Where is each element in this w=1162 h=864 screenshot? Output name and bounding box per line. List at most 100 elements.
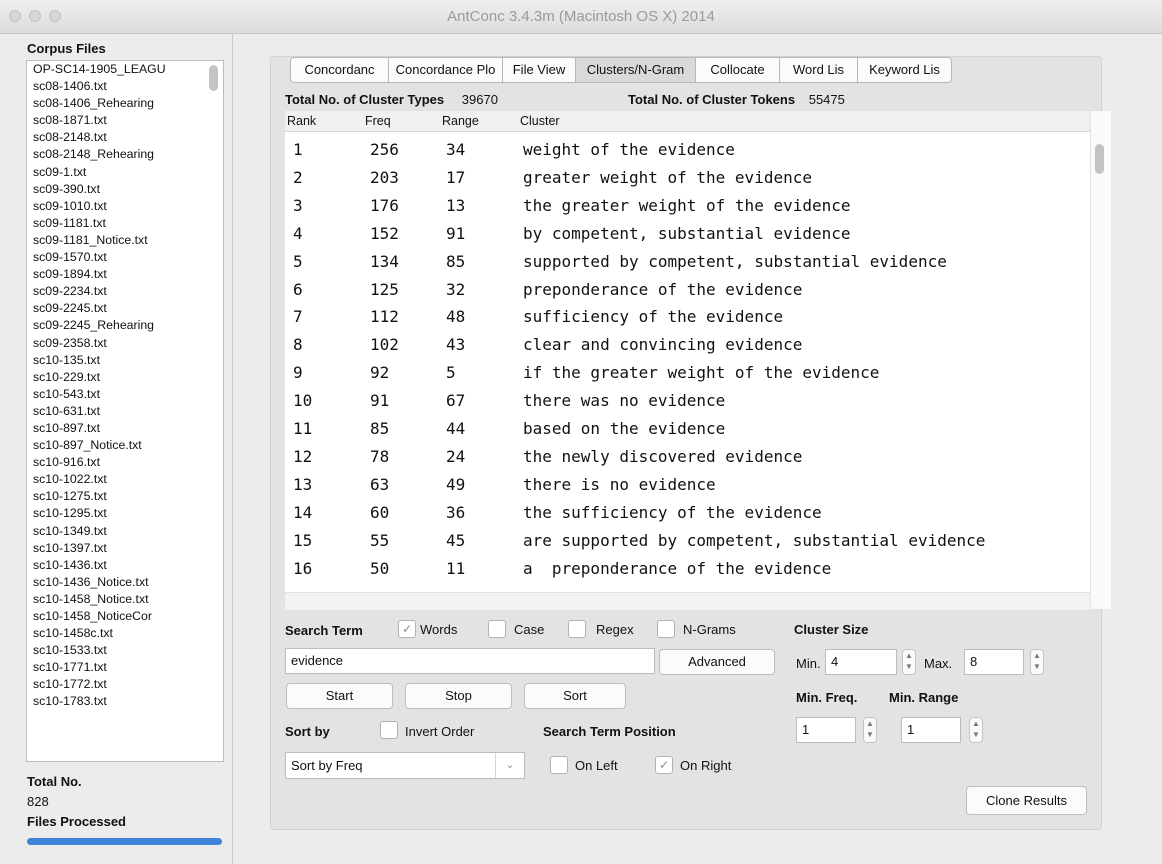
corpus-file-item[interactable]: sc10-1022.txt — [27, 471, 201, 488]
corpus-file-item[interactable]: OP-SC14-1905_LEAGU — [27, 61, 201, 78]
max-size-stepper[interactable]: ▲ ▼ — [1030, 649, 1044, 675]
corpus-file-item[interactable]: sc10-631.txt — [27, 403, 201, 420]
table-row[interactable]: 5 134 85 supported by competent, substantia… — [285, 244, 1090, 272]
corpus-file-item[interactable]: sc08-1406.txt — [27, 78, 201, 95]
sort-by-selected: Sort by Freq — [291, 758, 363, 773]
tab-word-lis[interactable]: Word Lis — [779, 57, 857, 83]
tab-concordance-plo[interactable]: Concordance Plo — [388, 57, 502, 83]
min-range-input[interactable]: 1 — [901, 717, 961, 743]
corpus-file-item[interactable]: sc10-1533.txt — [27, 642, 201, 659]
corpus-file-item[interactable]: sc10-1458c.txt — [27, 625, 201, 642]
corpus-file-item[interactable]: sc09-2358.txt — [27, 335, 201, 352]
results-scroll-thumb[interactable] — [1095, 144, 1104, 174]
corpus-file-item[interactable]: sc10-1349.txt — [27, 523, 201, 540]
corpus-file-item[interactable]: sc10-1436_Notice.txt — [27, 574, 201, 591]
table-row[interactable]: 15 55 45 are supported by competent, substa… — [285, 523, 1090, 551]
corpus-file-item[interactable]: sc08-1406_Rehearing — [27, 95, 201, 112]
clone-results-button[interactable]: Clone Results — [966, 786, 1087, 815]
corpus-file-item[interactable]: sc09-1570.txt — [27, 249, 201, 266]
corpus-file-item[interactable]: sc09-2245_Rehearing — [27, 317, 201, 334]
sort-by-select[interactable]: Sort by Freq ⌄ — [285, 752, 525, 779]
on-right-checkbox[interactable]: ✓ — [655, 756, 673, 774]
corpus-file-item[interactable]: sc10-1397.txt — [27, 540, 201, 557]
rank-cell: 14 — [293, 502, 313, 522]
rank-cell: 1 — [293, 140, 303, 159]
corpus-file-item[interactable]: sc10-229.txt — [27, 369, 201, 386]
on-left-checkbox[interactable] — [550, 756, 568, 774]
corpus-file-item[interactable]: sc10-1436.txt — [27, 557, 201, 574]
corpus-file-item[interactable]: sc10-916.txt — [27, 454, 201, 471]
corpus-file-item[interactable]: sc10-897.txt — [27, 420, 201, 437]
corpus-file-item[interactable]: sc08-2148.txt — [27, 129, 201, 146]
search-term-input[interactable]: evidence — [285, 648, 655, 674]
sort-button[interactable]: Sort — [524, 683, 626, 709]
results-table-footer — [285, 592, 1090, 610]
table-row[interactable]: 11 85 44 based on the evidence — [285, 411, 1090, 439]
corpus-file-item[interactable]: sc08-1871.txt — [27, 112, 201, 129]
table-row[interactable]: 2 203 17 greater weight of the evidence — [285, 160, 1090, 188]
table-row[interactable]: 7 112 48 sufficiency of the evidence — [285, 299, 1090, 327]
table-row[interactable]: 4 152 91 by competent, substantial evidence — [285, 216, 1090, 244]
tab-clusters-n-gram[interactable]: Clusters/N-Gram — [575, 57, 695, 83]
table-row[interactable]: 1 256 34 weight of the evidence — [285, 132, 1090, 160]
corpus-file-item[interactable]: sc10-1771.txt — [27, 659, 201, 676]
table-row[interactable]: 13 63 49 there is no evidence — [285, 467, 1090, 495]
tab-concordanc[interactable]: Concordanc — [290, 57, 388, 83]
min-freq-stepper[interactable]: ▲ ▼ — [863, 717, 877, 743]
table-row[interactable]: 6 125 32 preponderance of the evidence — [285, 272, 1090, 300]
corpus-file-item[interactable]: sc08-2148_Rehearing — [27, 146, 201, 163]
tab-file-view[interactable]: File View — [502, 57, 575, 83]
corpus-file-item[interactable]: sc10-1783.txt — [27, 693, 201, 710]
column-header-freq[interactable]: Freq — [365, 114, 391, 128]
case-checkbox[interactable] — [488, 620, 506, 638]
corpus-file-item[interactable]: sc10-543.txt — [27, 386, 201, 403]
regex-checkbox[interactable] — [568, 620, 586, 638]
search-term-label: Search Term — [285, 623, 363, 638]
results-vertical-scrollbar[interactable] — [1090, 111, 1111, 609]
corpus-file-item[interactable]: sc10-897_Notice.txt — [27, 437, 201, 454]
table-row[interactable]: 12 78 24 the newly discovered evidence — [285, 439, 1090, 467]
results-table[interactable]: 1 256 34 weight of the evidence 2 203 17 greate… — [285, 132, 1090, 609]
invert-order-checkbox[interactable] — [380, 721, 398, 739]
cluster-tokens-label: Total No. of Cluster Tokens — [628, 92, 796, 107]
min-size-stepper[interactable]: ▲ ▼ — [902, 649, 916, 675]
corpus-file-item[interactable]: sc10-135.txt — [27, 352, 201, 369]
corpus-file-item[interactable]: sc10-1458_NoticeCor — [27, 608, 201, 625]
corpus-file-item[interactable]: sc10-1295.txt — [27, 505, 201, 522]
corpus-file-item[interactable]: sc09-1181_Notice.txt — [27, 232, 201, 249]
min-range-stepper[interactable]: ▲ ▼ — [969, 717, 983, 743]
start-button[interactable]: Start — [286, 683, 393, 709]
words-checkbox[interactable]: ✓ — [398, 620, 416, 638]
search-term-position-label: Search Term Position — [543, 724, 676, 739]
tab-collocate[interactable]: Collocate — [695, 57, 779, 83]
table-row[interactable]: 3 176 13 the greater weight of the evidence — [285, 188, 1090, 216]
corpus-file-item[interactable]: sc09-1010.txt — [27, 198, 201, 215]
corpus-file-item[interactable]: sc09-2234.txt — [27, 283, 201, 300]
tab-keyword-lis[interactable]: Keyword Lis — [857, 57, 952, 83]
corpus-file-list[interactable]: OP-SC14-1905_LEAGU sc08-1406.txt sc08-1406… — [26, 60, 224, 762]
table-row[interactable]: 14 60 36 the sufficiency of the evidence — [285, 495, 1090, 523]
corpus-file-item[interactable]: sc09-1.txt — [27, 164, 201, 181]
column-header-cluster[interactable]: Cluster — [520, 114, 560, 128]
corpus-file-item[interactable]: sc10-1275.txt — [27, 488, 201, 505]
corpus-file-item[interactable]: sc09-390.txt — [27, 181, 201, 198]
corpus-file-item[interactable]: sc09-2245.txt — [27, 300, 201, 317]
corpus-file-item[interactable]: sc09-1894.txt — [27, 266, 201, 283]
table-row[interactable]: 9 92 5 if the greater weight of the evidenc… — [285, 355, 1090, 383]
table-row[interactable]: 8 102 43 clear and convincing evidence — [285, 327, 1090, 355]
stop-button[interactable]: Stop — [405, 683, 512, 709]
table-row[interactable]: 16 50 11 a preponderance of the evidence — [285, 551, 1090, 579]
min-freq-input[interactable]: 1 — [796, 717, 856, 743]
advanced-button[interactable]: Advanced — [659, 649, 775, 675]
max-size-input[interactable]: 8 — [964, 649, 1024, 675]
corpus-file-item[interactable]: sc10-1458_Notice.txt — [27, 591, 201, 608]
column-header-range[interactable]: Range — [442, 114, 479, 128]
corpus-file-item[interactable]: sc10-1772.txt — [27, 676, 201, 693]
corpus-file-item[interactable]: sc09-1181.txt — [27, 215, 201, 232]
min-size-input[interactable]: 4 — [825, 649, 897, 675]
column-header-rank[interactable]: Rank — [287, 114, 316, 128]
cluster-cell: the newly discovered evidence — [523, 446, 803, 466]
table-row[interactable]: 10 91 67 there was no evidence — [285, 383, 1090, 411]
ngrams-checkbox[interactable] — [657, 620, 675, 638]
file-list-vertical-scrollbar[interactable] — [209, 65, 218, 91]
